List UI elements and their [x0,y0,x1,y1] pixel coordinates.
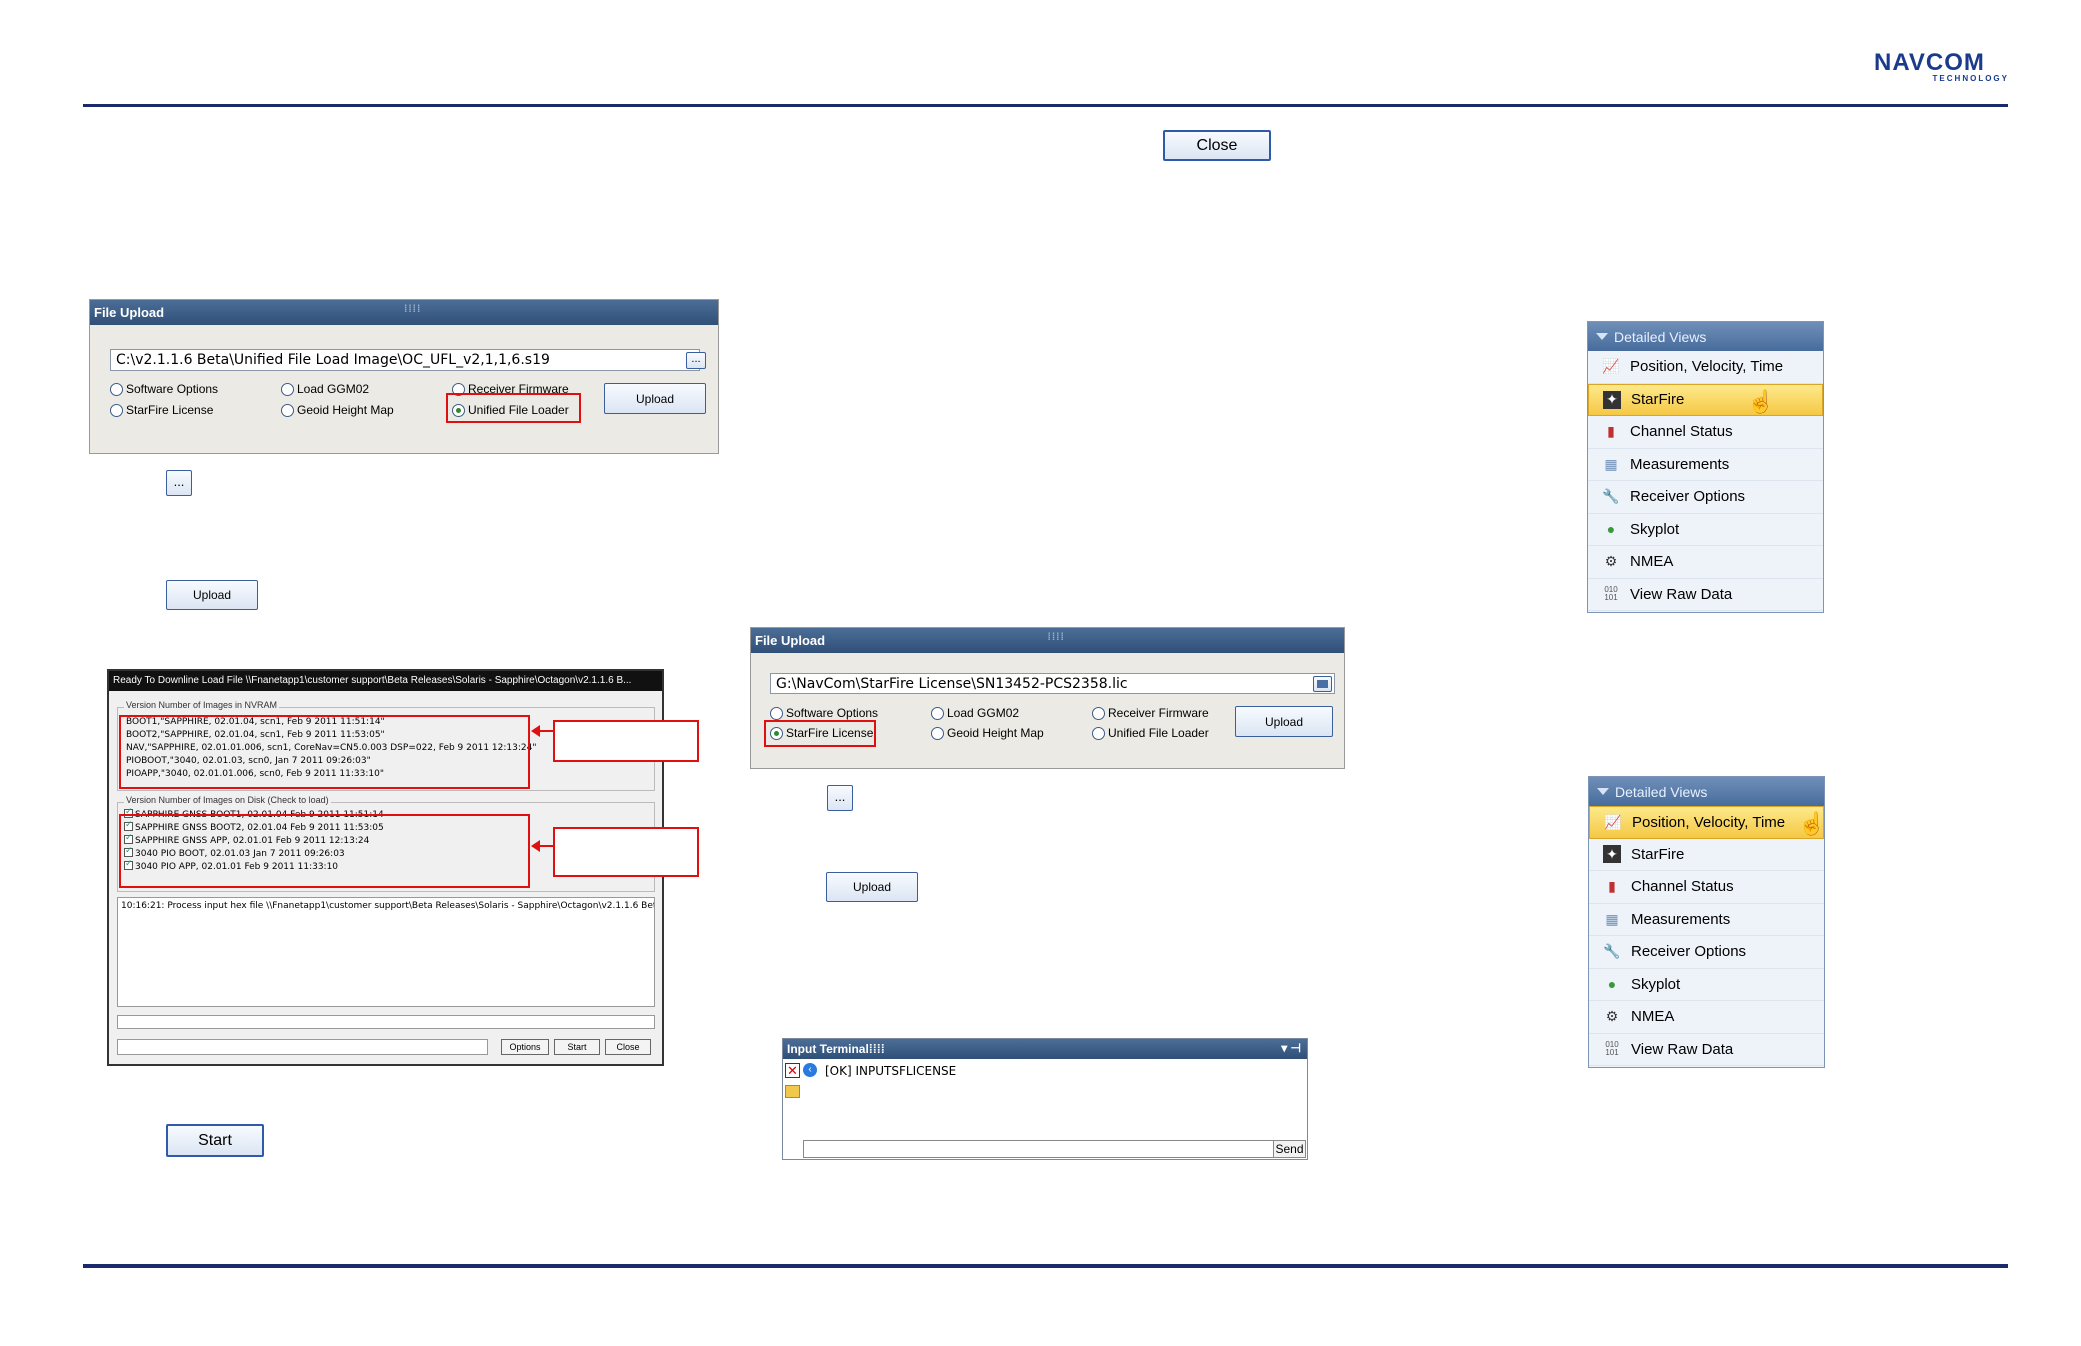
menu-item-receiver-options[interactable]: 🔧 Receiver Options [1589,936,1824,969]
menu-item-measurements[interactable]: ▦ Measurements [1588,449,1823,481]
close-button[interactable]: Close [1163,130,1271,161]
chart-icon: 📈 [1604,813,1622,830]
menu-item-skyplot[interactable]: ● Skyplot [1589,969,1824,1001]
radio-software-options[interactable]: Software Options [770,706,878,720]
logo-brand: NAVCOM [1874,49,1985,76]
browse-icon-button[interactable] [1313,676,1332,692]
browse-button-example-2[interactable]: ... [827,785,853,811]
upload-button[interactable]: Upload [604,383,706,414]
highlight-box [446,393,581,423]
radio-software-options[interactable]: Software Options [110,382,218,396]
bottom-rule [83,1264,2008,1268]
upload-button[interactable]: Upload [1235,706,1333,737]
table-icon: ▦ [1604,455,1618,472]
satellite-icon: ✦ [1603,845,1621,864]
start-button-small[interactable]: Start [554,1039,600,1055]
wrench-icon: 🔧 [1603,943,1621,960]
progress-bar [117,1015,655,1029]
navcom-logo: NAVCOM TECHNOLOGY [1874,49,2009,84]
hand-cursor-icon: ☝ [1747,388,1775,414]
menu-item-view-raw-data[interactable]: 010 101 View Raw Data [1589,1034,1824,1066]
folder-icon [1317,680,1328,688]
menu-item-nmea[interactable]: ⚙ NMEA [1588,546,1823,579]
callout-box-1 [553,720,699,762]
file-upload-panel-2: File Upload ⁞⁞⁞⁞ G:\NavCom\StarFire Licen… [750,627,1345,769]
radio-receiver-firmware[interactable]: Receiver Firmware [1092,706,1209,720]
send-button[interactable]: Send [1273,1140,1306,1158]
menu-item-pvt[interactable]: 📈 Position, Velocity, Time ☝ [1589,806,1826,839]
file-path-field[interactable]: C:\v2.1.1.6 Beta\Unified File Load Image… [110,349,700,371]
log-box[interactable]: 10:16:21: Process input hex file \\Fnane… [117,897,655,1007]
satellite-icon: ✦ [1603,390,1621,409]
menu-item-view-raw-data[interactable]: 010 101 View Raw Data [1588,579,1823,611]
gear-icon: ⚙ [1604,553,1618,570]
menu-item-starfire[interactable]: ✦ StarFire ☝ [1588,383,1823,416]
file-upload-panel-1: File Upload ⁞⁞⁞⁞ C:\v2.1.1.6 Beta\Unified… [89,299,719,454]
radio-geoid-height-map[interactable]: Geoid Height Map [281,403,394,417]
binary-icon: 010 101 [1605,1040,1619,1058]
panel-title: File Upload ⁞⁞⁞⁞ [751,628,1344,653]
detailed-views-panel-2: Detailed Views 📈 Position, Velocity, Time… [1588,776,1825,1068]
globe-icon: ● [1606,521,1616,538]
callout-box-2 [553,827,699,877]
menu-item-channel-status[interactable]: ▮ Channel Status [1588,416,1823,449]
input-terminal: Input Terminal⁞⁞⁞⁞ ▾ ⊣ ✕ ‹ [OK] INPUTSFLI… [782,1038,1308,1160]
globe-icon: ● [1607,976,1617,993]
bar-chart-icon: ▮ [1608,878,1616,895]
clear-icon[interactable]: ✕ [785,1063,800,1078]
menu-item-pvt[interactable]: 📈 Position, Velocity, Time [1588,351,1823,384]
menu-item-receiver-options[interactable]: 🔧 Receiver Options [1588,481,1823,514]
options-button[interactable]: Options [501,1039,549,1055]
menu-item-nmea[interactable]: ⚙ NMEA [1589,1001,1824,1034]
highlight-box [764,720,876,747]
chart-icon: 📈 [1602,358,1620,375]
nvram-label: Version Number of Images in NVRAM [124,700,280,710]
nvram-highlight [119,715,530,789]
gear-icon: ⚙ [1605,1008,1619,1025]
close-button-small[interactable]: Close [605,1039,651,1055]
terminal-title: Input Terminal⁞⁞⁞⁞ ▾ ⊣ [783,1039,1307,1059]
binary-icon: 010 101 [1604,585,1618,603]
menu-item-skyplot[interactable]: ● Skyplot [1588,514,1823,546]
file-path-field[interactable]: G:\NavCom\StarFire License\SN13452-PCS23… [770,673,1335,694]
disk-label: Version Number of Images on Disk (Check … [124,795,331,805]
radio-starfire-license[interactable]: StarFire License [110,403,213,417]
radio-load-ggm02[interactable]: Load GGM02 [281,382,369,396]
disk-highlight [119,814,530,888]
collapse-icon[interactable] [1596,333,1608,340]
top-rule [83,104,2008,107]
terminal-output-line: [OK] INPUTSFLICENSE [825,1064,957,1078]
arrow-icon: ‹ [803,1063,817,1077]
browse-button[interactable]: ... [686,352,706,369]
radio-unified-file-loader[interactable]: Unified File Loader [1092,726,1209,740]
bar-chart-icon: ▮ [1607,423,1615,440]
pin-icon[interactable]: ▾ ⊣ [1281,1041,1301,1055]
detailed-views-panel-1: Detailed Views 📈 Position, Velocity, Time… [1587,321,1824,613]
grip-icon: ⁞⁞⁞⁞ [868,1042,885,1056]
callout-arrow-2 [531,840,553,852]
grip-icon: ⁞⁞⁞⁞ [404,304,422,315]
upload-button-example-2[interactable]: Upload [826,872,918,902]
detailed-views-header[interactable]: Detailed Views [1589,777,1824,806]
upload-button-example[interactable]: Upload [166,580,258,610]
callout-arrow-1 [531,725,553,737]
menu-item-channel-status[interactable]: ▮ Channel Status [1589,871,1824,904]
folder-icon[interactable] [785,1085,800,1098]
status-field [117,1039,488,1055]
menu-item-starfire[interactable]: ✦ StarFire [1589,839,1824,871]
terminal-input[interactable] [803,1140,1275,1158]
table-icon: ▦ [1605,910,1619,927]
panel-title: File Upload ⁞⁞⁞⁞ [90,300,718,325]
radio-load-ggm02[interactable]: Load GGM02 [931,706,1019,720]
hand-cursor-icon: ☝ [1798,811,1826,836]
window-title: Ready To Downline Load File \\Fnanetapp1… [109,671,662,691]
start-button[interactable]: Start [166,1124,264,1157]
menu-item-measurements[interactable]: ▦ Measurements [1589,904,1824,936]
collapse-icon[interactable] [1597,788,1609,795]
radio-geoid-height-map[interactable]: Geoid Height Map [931,726,1044,740]
detailed-views-header[interactable]: Detailed Views [1588,322,1823,351]
grip-icon: ⁞⁞⁞⁞ [1047,632,1065,643]
browse-button-example[interactable]: ... [166,470,192,496]
wrench-icon: 🔧 [1602,488,1620,505]
